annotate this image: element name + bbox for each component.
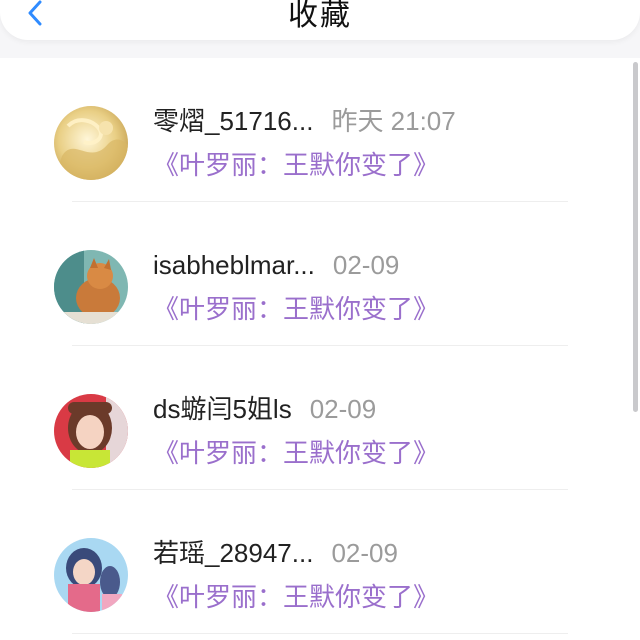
item-header: 若瑶_28947... 02-09 — [153, 538, 398, 569]
scrollbar[interactable] — [633, 62, 638, 412]
timestamp: 02-09 — [331, 538, 398, 568]
avatar[interactable] — [54, 250, 128, 324]
item-header: ds蝣闫5姐ls 02-09 — [153, 394, 376, 425]
item-header: 零熠_51716... 昨天 21:07 — [153, 106, 456, 137]
list-item[interactable]: 若瑶_28947... 02-09 《叶罗丽：王默你变了》 — [0, 490, 640, 634]
work-title-link[interactable]: 《叶罗丽：王默你变了》 — [153, 582, 439, 614]
list-item[interactable]: ds蝣闫5姐ls 02-09 《叶罗丽：王默你变了》 — [0, 346, 640, 490]
timestamp: 02-09 — [332, 250, 400, 280]
timestamp: 昨天 21:07 — [331, 106, 456, 136]
avatar[interactable] — [54, 394, 128, 468]
item-header: isabheblmar... 02-09 — [153, 250, 399, 281]
avatar[interactable] — [54, 106, 128, 180]
user-name[interactable]: 零熠_51716... — [153, 106, 313, 136]
work-title-link[interactable]: 《叶罗丽：王默你变了》 — [153, 294, 439, 326]
user-name[interactable]: 若瑶_28947... — [153, 538, 313, 568]
work-title-link[interactable]: 《叶罗丽：王默你变了》 — [153, 438, 439, 470]
work-title-link[interactable]: 《叶罗丽：王默你变了》 — [153, 150, 439, 182]
user-name[interactable]: isabheblmar... — [153, 250, 315, 280]
user-name[interactable]: ds蝣闫5姐ls — [153, 394, 292, 424]
list-item[interactable]: 零熠_51716... 昨天 21:07 《叶罗丽：王默你变了》 — [0, 58, 640, 202]
nav-bar: 收藏 — [0, 0, 640, 40]
favorites-list: 零熠_51716... 昨天 21:07 《叶罗丽：王默你变了》 isabhebl — [0, 58, 640, 640]
favorites-screen: 收藏 零熠_51716... 昨天 21:07 《叶罗丽：王默你变了》 isab… — [0, 0, 640, 640]
list-item[interactable]: isabheblmar... 02-09 《叶罗丽：王默你变了》 — [0, 202, 640, 346]
avatar[interactable] — [54, 538, 128, 612]
divider — [72, 633, 568, 634]
timestamp: 02-09 — [309, 394, 377, 424]
page-title: 收藏 — [288, 0, 352, 33]
